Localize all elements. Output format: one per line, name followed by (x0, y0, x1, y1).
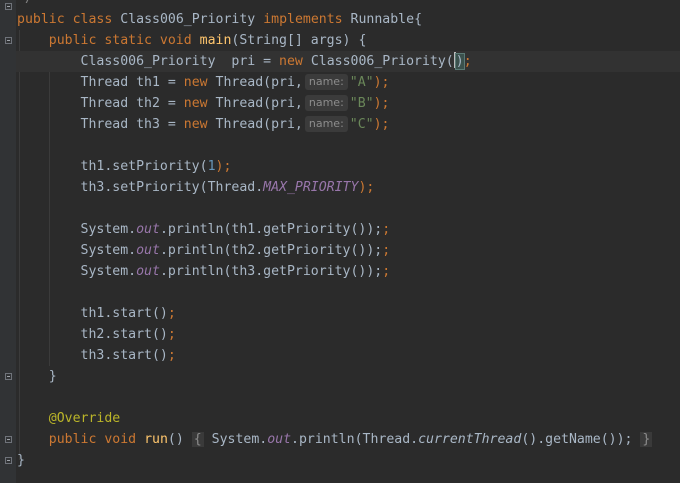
class-name: Class006_Priority (120, 12, 256, 27)
semicolon: ; (167, 306, 176, 321)
code-line-class-close: } (17, 450, 25, 471)
method-name: run (144, 432, 168, 447)
static-field: out (136, 264, 160, 279)
code-line: */ (17, 0, 33, 9)
close-brace: } (17, 453, 25, 468)
parameter-hint: name: (304, 74, 348, 90)
keyword: class (72, 12, 113, 27)
method-call: th1.start() (80, 306, 168, 321)
fold-marker-icon[interactable] (5, 37, 12, 44)
class-ref: System. (80, 243, 137, 258)
keyword: new (183, 96, 208, 111)
method-call: .println(th3.getPriority()); (159, 264, 383, 279)
code-line-thread: Thread th1 = new Thread(pri, name: "A"); (17, 72, 390, 93)
code-line-start: th1.start(); (17, 303, 176, 324)
string-literal: "C" (349, 117, 374, 132)
statement-end: ); (358, 180, 375, 195)
number-literal: 1 (207, 159, 216, 174)
type-name: Class006_Priority (80, 54, 216, 69)
method-call: .println(th1.getPriority()); (159, 222, 383, 237)
semicolon: ; (463, 54, 472, 69)
variable-name: pri = (231, 54, 280, 69)
method-call: ().getName()); (521, 432, 633, 447)
annotation: @Override (48, 411, 121, 426)
code-line-set-priority: th3.setPriority(Thread.MAX_PRIORITY); (17, 177, 375, 198)
code-line-println: System.out.println(th1.getPriority());; (17, 219, 391, 240)
statement-end: ); (373, 96, 390, 111)
statement-end: ); (373, 75, 390, 90)
fold-marker-icon[interactable] (5, 457, 12, 464)
static-field: out (136, 222, 160, 237)
comment-text: */ (17, 0, 33, 6)
method-call: .println(th2.getPriority()); (159, 243, 383, 258)
class-ref: System. (80, 264, 137, 279)
code-line-println: System.out.println(th3.getPriority());; (17, 261, 391, 282)
method-call: th2.start() (80, 327, 168, 342)
fold-marker-icon[interactable] (5, 373, 12, 380)
method-name: main (199, 33, 232, 48)
keyword: new (183, 75, 208, 90)
fold-marker-icon[interactable] (5, 3, 12, 10)
code-line-thread: Thread th3 = new Thread(pri, name: "C"); (17, 114, 390, 135)
code-line-current: Class006_Priority pri = new Class006_Pri… (17, 51, 472, 72)
interface-name: Runnable{ (350, 12, 423, 27)
method-parens: () (167, 432, 184, 447)
static-field: out (136, 243, 160, 258)
method-call: th3.start() (80, 348, 168, 363)
semicolon: ; (382, 222, 391, 237)
code-line-println: System.out.println(th2.getPriority());; (17, 240, 391, 261)
statement-end: ); (373, 117, 390, 132)
keyword: implements (263, 12, 343, 27)
folded-region-close[interactable]: } (640, 432, 653, 447)
matched-paren: ) (454, 53, 465, 70)
keyword: public void (48, 432, 137, 447)
code-line-start: th2.start(); (17, 324, 176, 345)
code-line-run-method: public void run() { System.out.println(T… (17, 429, 653, 450)
constructor-call: Class006_Priority( (310, 54, 454, 69)
fold-marker-icon[interactable] (5, 436, 12, 443)
keyword: public (17, 12, 65, 27)
string-literal: "A" (349, 75, 374, 90)
method-params: (String[] args) { (231, 33, 367, 48)
semicolon: ; (382, 264, 391, 279)
keyword: new (183, 117, 208, 132)
semicolon: ; (167, 348, 176, 363)
static-method-call: currentThread (418, 432, 522, 447)
thread-decl: Thread th1 = (80, 75, 184, 90)
thread-decl: Thread th2 = (80, 96, 184, 111)
method-call: .println(Thread. (291, 432, 419, 447)
class-ref: System. (211, 432, 268, 447)
static-field: out (267, 432, 292, 447)
keyword: new (279, 54, 303, 69)
statement-end: ); (215, 159, 232, 174)
static-field: MAX_PRIORITY (263, 180, 359, 195)
class-ref: System. (80, 222, 137, 237)
code-line-start: th3.start(); (17, 345, 176, 366)
thread-call: Thread(pri, (215, 75, 303, 90)
string-literal: "B" (349, 96, 374, 111)
thread-call: Thread(pri, (215, 96, 303, 111)
parameter-hint: name: (304, 95, 348, 111)
close-brace: } (48, 369, 57, 384)
parameter-hint: name: (304, 116, 348, 132)
editor-gutter (0, 0, 16, 483)
code-line-thread: Thread th2 = new Thread(pri, name: "B"); (17, 93, 390, 114)
code-line-main-declaration: public static void main(String[] args) { (17, 30, 367, 51)
folded-region-open[interactable]: { (191, 432, 204, 447)
thread-decl: Thread th3 = (80, 117, 184, 132)
code-line-close-brace: } (17, 366, 57, 387)
code-line-annotation: @Override (17, 408, 120, 429)
method-call: th1.setPriority( (80, 159, 208, 174)
code-line-class-declaration: public class Class006_Priority implement… (17, 9, 422, 30)
method-call: th3.setPriority(Thread. (80, 180, 264, 195)
semicolon: ; (167, 327, 176, 342)
semicolon: ; (382, 243, 391, 258)
thread-call: Thread(pri, (215, 117, 303, 132)
code-editor[interactable]: */ public class Class006_Priority implem… (0, 0, 680, 483)
keyword: public static void (48, 33, 192, 48)
code-line-set-priority: th1.setPriority(1); (17, 156, 232, 177)
